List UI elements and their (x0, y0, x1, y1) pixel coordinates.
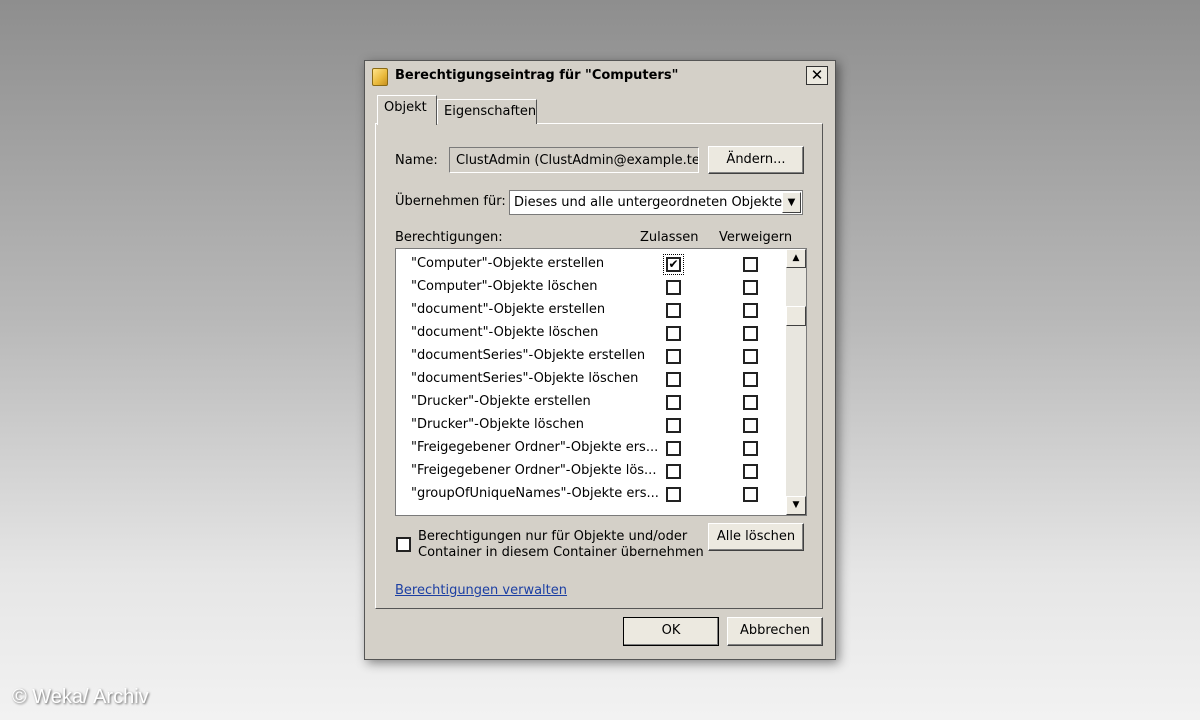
allow-checkbox[interactable] (666, 464, 681, 479)
scroll-down-icon[interactable]: ▼ (786, 496, 806, 515)
permission-name: "Freigegebener Ordner"-Objekte lös... (411, 463, 657, 478)
permission-row: "Freigegebener Ordner"-Objekte ers... (396, 437, 786, 460)
title-bar: Berechtigungseintrag für "Computers" ✕ (368, 64, 832, 90)
permission-name: "document"-Objekte erstellen (411, 302, 606, 317)
permission-entry-dialog: Berechtigungseintrag für "Computers" ✕ O… (364, 60, 836, 660)
chevron-down-icon[interactable]: ▼ (782, 192, 801, 213)
permission-name: "documentSeries"-Objekte löschen (411, 371, 639, 386)
permission-name: "Drucker"-Objekte löschen (411, 417, 584, 432)
deny-checkbox[interactable] (743, 303, 758, 318)
apply-to-label: Übernehmen für: (395, 194, 506, 209)
tab-properties[interactable]: Eigenschaften (437, 99, 537, 124)
inherit-only-label-1: Berechtigungen nur für Objekte und/oder (418, 529, 688, 544)
deny-checkbox[interactable] (743, 464, 758, 479)
allow-checkbox[interactable] (666, 487, 681, 502)
cancel-button[interactable]: Abbrechen (727, 617, 823, 646)
allow-checkbox[interactable] (666, 280, 681, 295)
permission-name: "Freigegebener Ordner"-Objekte ers... (411, 440, 659, 455)
permission-row: "Computer"-Objekte löschen (396, 276, 786, 299)
scroll-up-icon[interactable]: ▲ (786, 249, 806, 268)
deny-checkbox[interactable] (743, 441, 758, 456)
permission-row: "groupOfUniqueNames"-Objekte ers... (396, 483, 786, 506)
deny-checkbox[interactable] (743, 280, 758, 295)
deny-checkbox[interactable] (743, 326, 758, 341)
permission-row: "Drucker"-Objekte löschen (396, 414, 786, 437)
folder-icon (372, 68, 388, 86)
permission-row: "document"-Objekte löschen (396, 322, 786, 345)
permissions-list[interactable]: "Computer"-Objekte erstellen ✔ "Computer"-… (395, 248, 807, 516)
allow-checkbox[interactable] (666, 349, 681, 364)
clear-all-button[interactable]: Alle löschen (708, 523, 804, 551)
scrollbar[interactable]: ▲ ▼ (786, 249, 806, 515)
inherit-only-checkbox[interactable] (396, 537, 411, 552)
permission-row: "Drucker"-Objekte erstellen (396, 391, 786, 414)
name-field: ClustAdmin (ClustAdmin@example.test (449, 147, 699, 173)
allow-checkbox[interactable]: ✔ (663, 254, 684, 275)
permission-row: "document"-Objekte erstellen (396, 299, 786, 322)
permission-name: "groupOfUniqueNames"-Objekte ers... (411, 486, 659, 501)
watermark: © Weka/ Archiv (12, 686, 149, 708)
allow-checkbox[interactable] (666, 395, 681, 410)
permission-name: "Computer"-Objekte erstellen (411, 256, 605, 271)
allow-checkbox[interactable] (666, 441, 681, 456)
deny-checkbox[interactable] (743, 487, 758, 502)
deny-header: Verweigern (719, 230, 793, 245)
inherit-only-label-2: Container in diesem Container übernehmen (418, 545, 704, 560)
change-button[interactable]: Ändern... (708, 146, 804, 174)
scroll-thumb[interactable] (786, 306, 806, 326)
allow-checkbox[interactable] (666, 418, 681, 433)
apply-to-select[interactable]: Dieses und alle untergeordneten Objekte … (509, 190, 803, 215)
permission-row: "Freigegebener Ordner"-Objekte lös... (396, 460, 786, 483)
apply-to-value: Dieses und alle untergeordneten Objekte (514, 195, 783, 210)
permissions-header: Berechtigungen: (395, 230, 503, 245)
manage-permissions-link[interactable]: Berechtigungen verwalten (395, 583, 567, 598)
tab-object[interactable]: Objekt (377, 95, 437, 125)
allow-checkbox[interactable] (666, 372, 681, 387)
permission-name: "Computer"-Objekte löschen (411, 279, 598, 294)
deny-checkbox[interactable] (743, 372, 758, 387)
permission-name: "Drucker"-Objekte erstellen (411, 394, 591, 409)
ok-button[interactable]: OK (623, 617, 719, 646)
allow-header: Zulassen (640, 230, 699, 245)
permission-row: "documentSeries"-Objekte erstellen (396, 345, 786, 368)
deny-checkbox[interactable] (743, 349, 758, 364)
permission-row: "documentSeries"-Objekte löschen (396, 368, 786, 391)
allow-checkbox[interactable] (666, 326, 681, 341)
allow-checkbox[interactable] (666, 303, 681, 318)
deny-checkbox[interactable] (743, 257, 758, 272)
permission-name: "documentSeries"-Objekte erstellen (411, 348, 646, 363)
dialog-title: Berechtigungseintrag für "Computers" (395, 68, 679, 83)
deny-checkbox[interactable] (743, 418, 758, 433)
name-label: Name: (395, 153, 438, 168)
permission-row: "Computer"-Objekte erstellen ✔ (396, 253, 786, 276)
deny-checkbox[interactable] (743, 395, 758, 410)
permission-name: "document"-Objekte löschen (411, 325, 599, 340)
close-button[interactable]: ✕ (806, 66, 828, 85)
